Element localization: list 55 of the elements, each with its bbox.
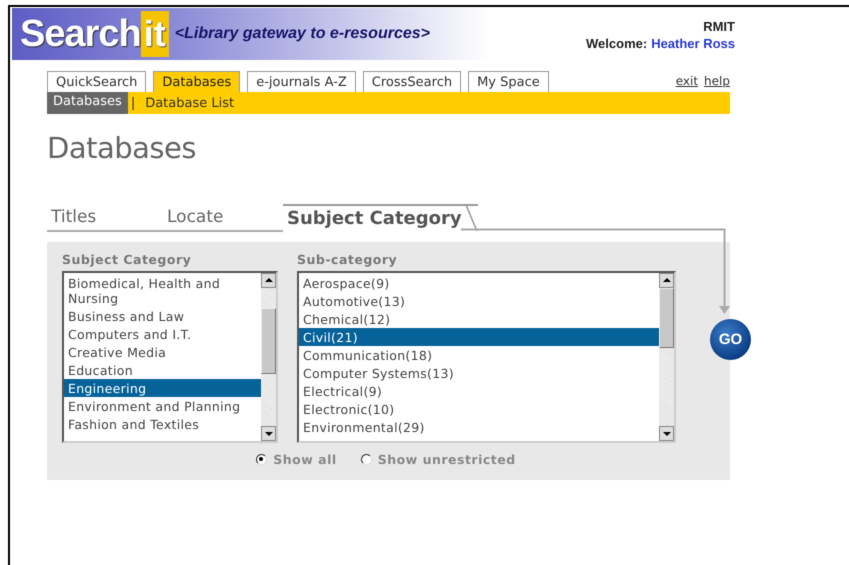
radio-label: Show unrestricted: [378, 452, 516, 467]
scroll-thumb[interactable]: [261, 308, 276, 374]
scroll-thumb[interactable]: [659, 288, 674, 348]
list-item[interactable]: Computers and I.T.: [64, 325, 261, 343]
list-heading: Sub-category: [297, 252, 398, 269]
nav-tab[interactable]: QuickSearch: [47, 71, 146, 92]
scroll-down-icon[interactable]: [261, 426, 276, 441]
tab-edge-line: [462, 204, 478, 232]
list-box[interactable]: Biomedical, Health and Nursing Business and Law Computers and I.T. Creative Media Education Engineering Environment and Planning Fashion and Textiles: [62, 271, 278, 443]
logo-badge: it: [140, 11, 169, 57]
list-item[interactable]: Environment and Planning: [64, 397, 261, 415]
logo-text: Search: [20, 12, 141, 56]
list-item[interactable]: Aerospace(9): [299, 274, 659, 292]
list-item[interactable]: Education: [64, 361, 261, 379]
nav-tab[interactable]: CrossSearch: [362, 71, 462, 92]
list-item[interactable]: Business and Law: [64, 307, 261, 325]
scroll-up-icon[interactable]: [261, 273, 276, 288]
scroll-down-icon[interactable]: [659, 426, 674, 441]
welcome-label: Welcome:: [586, 36, 648, 51]
radio-button[interactable]: [360, 454, 372, 465]
scroll-up-icon[interactable]: [659, 273, 674, 288]
nav-tab[interactable]: Databases: [153, 71, 240, 92]
radio-button[interactable]: [256, 454, 268, 465]
search-tab[interactable]: Locate: [163, 207, 283, 232]
list-item[interactable]: Chemical(12): [299, 310, 659, 328]
header-link[interactable]: exit: [676, 74, 698, 88]
list-item[interactable]: Biomedical, Health and Nursing: [64, 274, 261, 307]
list-item[interactable]: Communication(18): [299, 346, 659, 364]
list-item[interactable]: Engineering: [64, 379, 261, 397]
separator: |: [130, 96, 136, 110]
search-tab[interactable]: Titles: [47, 207, 163, 232]
go-button[interactable]: GO: [710, 319, 751, 360]
nav-tab[interactable]: e-journals A-Z: [247, 71, 356, 92]
list-item[interactable]: Environmental(29): [299, 418, 659, 436]
nav-tab[interactable]: My Space: [468, 71, 549, 92]
scrollbar[interactable]: [659, 273, 674, 441]
list-heading: Subject Category: [62, 252, 192, 269]
list-item[interactable]: Civil(21): [299, 328, 659, 346]
institution-name: RMIT: [702, 18, 735, 35]
scrollbar[interactable]: [261, 273, 276, 441]
tagline: <Library gateway to e-resources>: [174, 25, 430, 43]
list-item[interactable]: Creative Media: [64, 343, 261, 361]
user-name: Heather Ross: [651, 36, 735, 51]
radio-label: Show all: [273, 452, 337, 467]
list-item[interactable]: Computer Systems(13): [299, 364, 659, 382]
list-item[interactable]: Electrical(9): [299, 382, 659, 400]
sub-nav-tab[interactable]: Database List: [139, 94, 240, 112]
list-item[interactable]: Automotive(13): [299, 292, 659, 310]
sub-nav-tab[interactable]: Databases: [47, 92, 128, 114]
list-box[interactable]: Aerospace(9) Automotive(13) Chemical(12) Civil(21) Communication(18) Computer Systems(13) Electrical(9) Electronic(10) Environmental(29): [297, 271, 676, 443]
search-tab[interactable]: Subject Category: [283, 204, 478, 232]
list-item[interactable]: Fashion and Textiles: [64, 415, 261, 433]
list-item[interactable]: Electronic(10): [299, 400, 659, 418]
header-link[interactable]: help: [704, 74, 730, 88]
page-title: Databases: [47, 131, 197, 167]
